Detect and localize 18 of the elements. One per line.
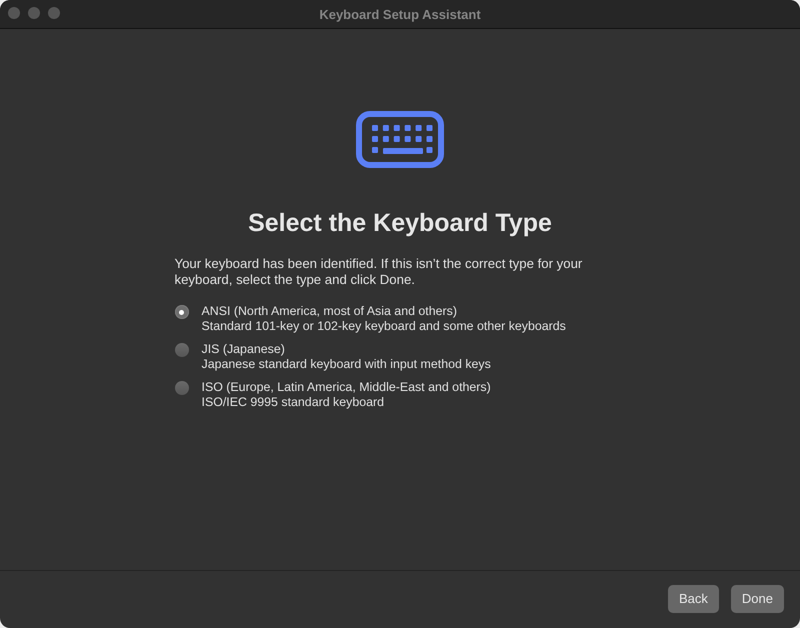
radio-button[interactable] [174,305,188,319]
done-button[interactable]: Done [730,585,784,613]
option-label[interactable]: ANSI (North America, most of Asia and others) [202,304,566,319]
option-label[interactable]: JIS (Japanese) [202,342,491,357]
back-button[interactable]: Back [668,585,719,613]
window-title: Keyboard Setup Assistant [319,8,481,20]
close-window-button[interactable] [8,7,20,19]
minimize-window-button[interactable] [28,7,40,19]
zoom-window-button[interactable] [48,7,60,19]
option-description: ISO/IEC 9995 standard keyboard [202,395,386,410]
radio-button[interactable] [174,343,188,357]
option-description: Standard 101-key or 102-key keyboard and some other keyboards [202,319,566,334]
description-text: Your keyboard has been identified. If this isn’t the correct type for your keyboard, select the type and click Done. [174,256,584,288]
page-heading: Select the Keyboard Type [248,208,552,238]
radio-button[interactable] [174,381,188,395]
keyboard-icon [356,111,444,168]
option-description: Japanese standard keyboard with input method keys [202,357,491,372]
option-label[interactable]: ISO (Europe, Latin America, Middle-East and others) [202,380,491,395]
